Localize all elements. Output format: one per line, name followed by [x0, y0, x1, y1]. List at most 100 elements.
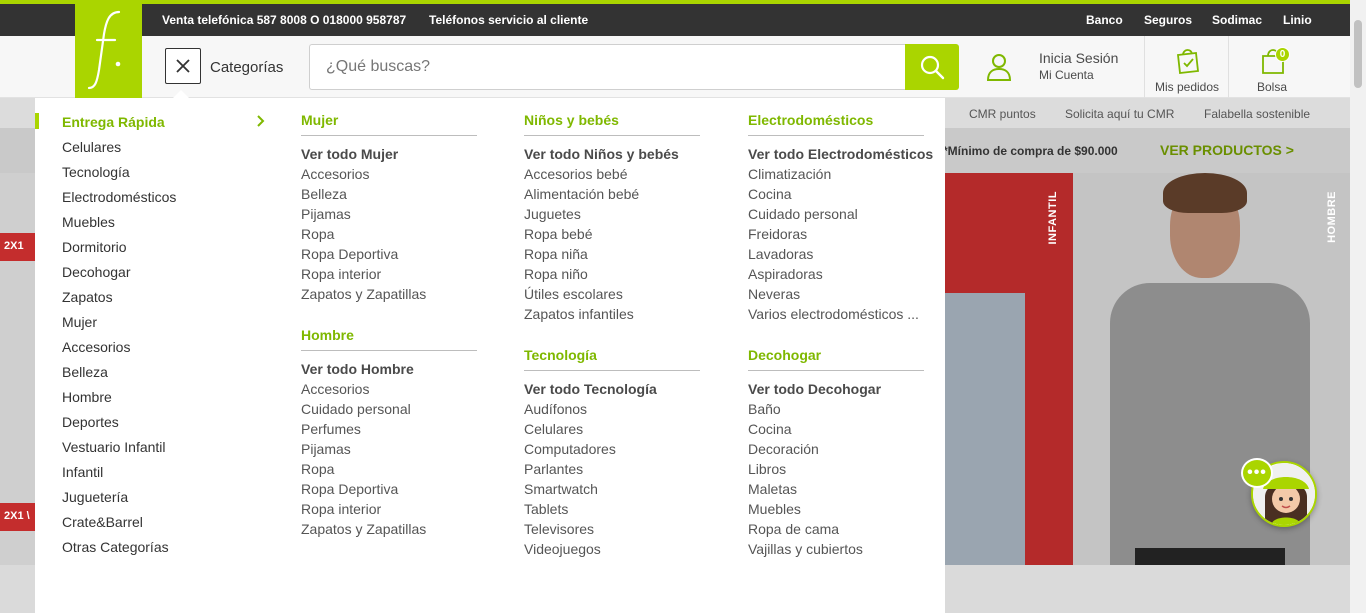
category-item-celulares[interactable]: Celulares	[62, 139, 121, 155]
section-title-ninos[interactable]: Niños y bebés	[524, 112, 619, 128]
submenu-item[interactable]: Juguetes	[524, 206, 581, 222]
nav-cmr-puntos[interactable]: CMR puntos	[969, 107, 1036, 121]
submenu-item[interactable]: Decoración	[748, 441, 819, 457]
service-phones-link[interactable]: Teléfonos servicio al cliente	[429, 13, 588, 27]
section-title-decohogar[interactable]: Decohogar	[748, 347, 821, 363]
search-input[interactable]	[309, 44, 906, 90]
category-item-otras[interactable]: Otras Categorías	[62, 539, 169, 555]
category-item-vestuario-infantil[interactable]: Vestuario Infantil	[62, 439, 166, 455]
category-item-hombre[interactable]: Hombre	[62, 389, 112, 405]
submenu-item[interactable]: Ropa	[301, 226, 334, 242]
link-ver-todo-mujer[interactable]: Ver todo Mujer	[301, 146, 398, 162]
submenu-item[interactable]: Ropa interior	[301, 501, 381, 517]
submenu-item[interactable]: Accesorios	[301, 166, 369, 182]
submenu-item[interactable]: Ropa Deportiva	[301, 246, 398, 262]
section-title-mujer[interactable]: Mujer	[301, 112, 338, 128]
category-item-accesorios[interactable]: Accesorios	[62, 339, 130, 355]
category-item-dormitorio[interactable]: Dormitorio	[62, 239, 127, 255]
submenu-item[interactable]: Ropa niña	[524, 246, 588, 262]
topbar-link-linio[interactable]: Linio	[1283, 13, 1312, 27]
category-item-entrega-rapida[interactable]: Entrega Rápida	[62, 114, 165, 130]
section-title-hombre[interactable]: Hombre	[301, 327, 354, 343]
submenu-item[interactable]: Ropa bebé	[524, 226, 593, 242]
submenu-item[interactable]: Smartwatch	[524, 481, 598, 497]
submenu-item[interactable]: Varios electrodomésticos ...	[748, 306, 919, 322]
login-link[interactable]: Inicia Sesión	[1039, 50, 1118, 66]
link-ver-todo-tecnologia[interactable]: Ver todo Tecnología	[524, 381, 657, 397]
page-scrollbar[interactable]	[1350, 0, 1366, 613]
category-item-belleza[interactable]: Belleza	[62, 364, 108, 380]
submenu-item[interactable]: Ropa interior	[301, 266, 381, 282]
category-item-tecnologia[interactable]: Tecnología	[62, 164, 130, 180]
link-ver-todo-decohogar[interactable]: Ver todo Decohogar	[748, 381, 881, 397]
category-item-zapatos[interactable]: Zapatos	[62, 289, 113, 305]
submenu-item[interactable]: Climatización	[748, 166, 831, 182]
category-item-decohogar[interactable]: Decohogar	[62, 264, 131, 280]
submenu-item[interactable]: Ropa niño	[524, 266, 588, 282]
promo-cta-link[interactable]: VER PRODUCTOS >	[1160, 142, 1294, 158]
submenu-item[interactable]: Cuidado personal	[301, 401, 411, 417]
orders-bag-icon[interactable]	[1172, 45, 1202, 75]
submenu-item[interactable]: Zapatos y Zapatillas	[301, 521, 426, 537]
submenu-item[interactable]: Ropa Deportiva	[301, 481, 398, 497]
submenu-item[interactable]: Ropa de cama	[748, 521, 839, 537]
submenu-item[interactable]: Baño	[748, 401, 781, 417]
chat-bubble-icon[interactable]: •••	[1241, 458, 1273, 488]
submenu-item[interactable]: Libros	[748, 461, 786, 477]
submenu-item[interactable]: Zapatos infantiles	[524, 306, 634, 322]
category-item-mujer[interactable]: Mujer	[62, 314, 97, 330]
user-icon[interactable]	[986, 53, 1012, 81]
bag-link[interactable]: Bolsa	[1257, 80, 1287, 94]
submenu-item[interactable]: Computadores	[524, 441, 616, 457]
submenu-item[interactable]: Maletas	[748, 481, 797, 497]
submenu-item[interactable]: Ropa	[301, 461, 334, 477]
search-button[interactable]	[905, 44, 959, 90]
category-item-deportes[interactable]: Deportes	[62, 414, 119, 430]
my-orders-link[interactable]: Mis pedidos	[1155, 80, 1219, 94]
submenu-item[interactable]: Cocina	[748, 421, 792, 437]
submenu-item[interactable]: Neveras	[748, 286, 800, 302]
submenu-item[interactable]: Cocina	[748, 186, 792, 202]
topbar-link-sodimac[interactable]: Sodimac	[1212, 13, 1262, 27]
category-item-infantil[interactable]: Infantil	[62, 464, 103, 480]
submenu-item[interactable]: Pijamas	[301, 441, 351, 457]
submenu-item[interactable]: Parlantes	[524, 461, 583, 477]
close-categories-button[interactable]	[165, 48, 201, 84]
category-item-crate-barrel[interactable]: Crate&Barrel	[62, 514, 143, 530]
submenu-item[interactable]: Televisores	[524, 521, 594, 537]
submenu-item[interactable]: Belleza	[301, 186, 347, 202]
link-ver-todo-electrodomesticos[interactable]: Ver todo Electrodomésticos	[748, 146, 933, 162]
submenu-item[interactable]: Muebles	[748, 501, 801, 517]
submenu-item[interactable]: Lavadoras	[748, 246, 813, 262]
topbar-link-banco[interactable]: Banco	[1086, 13, 1123, 27]
submenu-item[interactable]: Tablets	[524, 501, 568, 517]
submenu-item[interactable]: Alimentación bebé	[524, 186, 639, 202]
section-title-tecnologia[interactable]: Tecnología	[524, 347, 597, 363]
submenu-item[interactable]: Accesorios	[301, 381, 369, 397]
submenu-item[interactable]: Accesorios bebé	[524, 166, 628, 182]
submenu-item[interactable]: Freidoras	[748, 226, 807, 242]
topbar-link-seguros[interactable]: Seguros	[1144, 13, 1192, 27]
scrollbar-thumb[interactable]	[1354, 20, 1362, 88]
link-ver-todo-ninos[interactable]: Ver todo Niños y bebés	[524, 146, 679, 162]
my-account-link[interactable]: Mi Cuenta	[1039, 68, 1094, 82]
falabella-logo[interactable]	[75, 0, 142, 98]
link-ver-todo-hombre[interactable]: Ver todo Hombre	[301, 361, 414, 377]
categories-label[interactable]: Categorías	[210, 59, 283, 76]
submenu-item[interactable]: Cuidado personal	[748, 206, 858, 222]
submenu-item[interactable]: Perfumes	[301, 421, 361, 437]
submenu-item[interactable]: Audífonos	[524, 401, 587, 417]
section-title-electrodomesticos[interactable]: Electrodomésticos	[748, 112, 873, 128]
submenu-item[interactable]: Pijamas	[301, 206, 351, 222]
category-item-electrodomesticos[interactable]: Electrodomésticos	[62, 189, 176, 205]
category-item-jugueteria[interactable]: Juguetería	[62, 489, 128, 505]
nav-falabella-sostenible[interactable]: Falabella sostenible	[1204, 107, 1310, 121]
submenu-item[interactable]: Aspiradoras	[748, 266, 823, 282]
nav-solicita-cmr[interactable]: Solicita aquí tu CMR	[1065, 107, 1174, 121]
submenu-item[interactable]: Zapatos y Zapatillas	[301, 286, 426, 302]
category-item-muebles[interactable]: Muebles	[62, 214, 115, 230]
submenu-item[interactable]: Celulares	[524, 421, 583, 437]
submenu-item[interactable]: Videojuegos	[524, 541, 601, 557]
submenu-item[interactable]: Útiles escolares	[524, 286, 623, 302]
submenu-item[interactable]: Vajillas y cubiertos	[748, 541, 863, 557]
